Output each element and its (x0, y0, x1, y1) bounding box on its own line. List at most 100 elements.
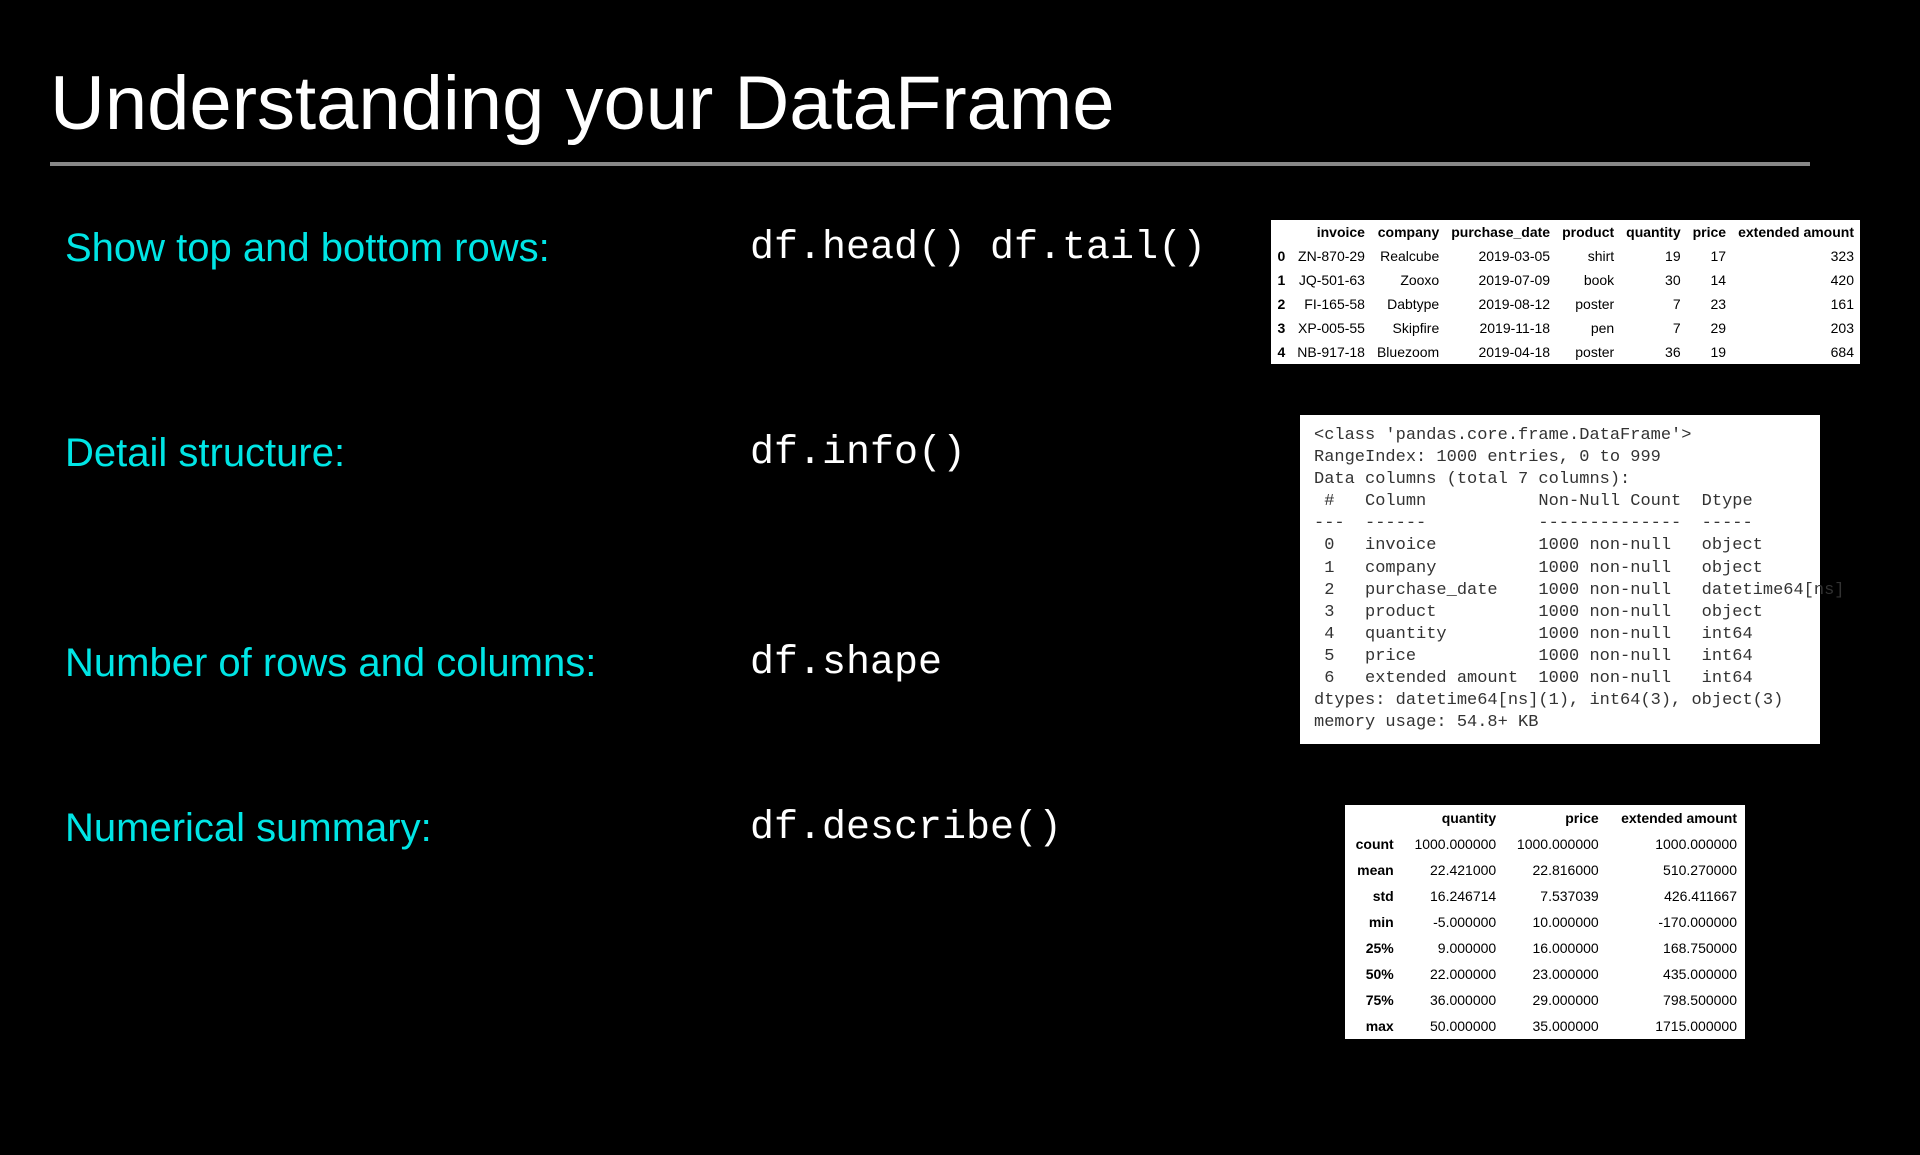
table-cell: 10.000000 (1504, 909, 1606, 935)
table-cell: ZN-870-29 (1291, 244, 1371, 268)
describe-header-cell: quantity (1402, 805, 1504, 831)
table-cell: 23.000000 (1504, 961, 1606, 987)
table-cell: 14 (1687, 268, 1732, 292)
table-cell: 1000.000000 (1402, 831, 1504, 857)
table-row: 25%9.00000016.000000168.750000 (1345, 935, 1745, 961)
table-cell: 36.000000 (1402, 987, 1504, 1013)
head-header-cell (1271, 220, 1291, 244)
table-cell: FI-165-58 (1291, 292, 1371, 316)
table-cell: 1000.000000 (1504, 831, 1606, 857)
table-cell: 7 (1620, 316, 1686, 340)
table-cell: 29.000000 (1504, 987, 1606, 1013)
table-cell: 19 (1687, 340, 1732, 364)
table-cell: 1 (1271, 268, 1291, 292)
head-output-table: invoicecompanypurchase_dateproductquanti… (1271, 220, 1860, 364)
table-row: min-5.00000010.000000-170.000000 (1345, 909, 1745, 935)
table-cell: min (1345, 909, 1402, 935)
table-cell: 168.750000 (1607, 935, 1745, 961)
table-cell: Bluezoom (1371, 340, 1445, 364)
table-cell: shirt (1556, 244, 1620, 268)
table-cell: 23 (1687, 292, 1732, 316)
table-cell: poster (1556, 340, 1620, 364)
info-output: <class 'pandas.core.frame.DataFrame'> Ra… (1300, 415, 1820, 744)
table-cell: 50% (1345, 961, 1402, 987)
label-head-tail: Show top and bottom rows: (50, 226, 750, 271)
table-cell: 9.000000 (1402, 935, 1504, 961)
head-header-cell: price (1687, 220, 1732, 244)
table-cell: 25% (1345, 935, 1402, 961)
table-cell: 17 (1687, 244, 1732, 268)
describe-output-table: quantitypriceextended amount count1000.0… (1345, 805, 1745, 1039)
table-cell: Realcube (1371, 244, 1445, 268)
table-cell: 2019-04-18 (1445, 340, 1556, 364)
table-cell: 16.246714 (1402, 883, 1504, 909)
table-cell: 426.411667 (1607, 883, 1745, 909)
table-row: 75%36.00000029.000000798.500000 (1345, 987, 1745, 1013)
table-cell: 420 (1732, 268, 1860, 292)
table-cell: 22.816000 (1504, 857, 1606, 883)
describe-header-cell (1345, 805, 1402, 831)
table-cell: mean (1345, 857, 1402, 883)
table-cell: 36 (1620, 340, 1686, 364)
label-shape: Number of rows and columns: (50, 641, 750, 686)
table-cell: 30 (1620, 268, 1686, 292)
table-row: mean22.42100022.816000510.270000 (1345, 857, 1745, 883)
table-row: 1JQ-501-63Zooxo2019-07-09book3014420 (1271, 268, 1860, 292)
table-cell: 7.537039 (1504, 883, 1606, 909)
table-cell: 4 (1271, 340, 1291, 364)
title-underline (50, 162, 1810, 166)
table-row: 3XP-005-55Skipfire2019-11-18pen729203 (1271, 316, 1860, 340)
head-header-cell: product (1556, 220, 1620, 244)
table-cell: 2019-07-09 (1445, 268, 1556, 292)
table-cell: Skipfire (1371, 316, 1445, 340)
head-header-cell: invoice (1291, 220, 1371, 244)
table-cell: 35.000000 (1504, 1013, 1606, 1039)
table-cell: 3 (1271, 316, 1291, 340)
table-cell: 2019-08-12 (1445, 292, 1556, 316)
table-cell: 22.000000 (1402, 961, 1504, 987)
table-cell: 798.500000 (1607, 987, 1745, 1013)
table-cell: 323 (1732, 244, 1860, 268)
table-cell: 16.000000 (1504, 935, 1606, 961)
table-row: 4NB-917-18Bluezoom2019-04-18poster361968… (1271, 340, 1860, 364)
table-cell: XP-005-55 (1291, 316, 1371, 340)
label-describe: Numerical summary: (50, 806, 750, 851)
table-row: count1000.0000001000.0000001000.000000 (1345, 831, 1745, 857)
describe-header-cell: extended amount (1607, 805, 1745, 831)
table-cell: Zooxo (1371, 268, 1445, 292)
table-cell: 510.270000 (1607, 857, 1745, 883)
table-cell: 684 (1732, 340, 1860, 364)
table-cell: Dabtype (1371, 292, 1445, 316)
table-cell: -5.000000 (1402, 909, 1504, 935)
table-row: max50.00000035.0000001715.000000 (1345, 1013, 1745, 1039)
code-head-tail: df.head() df.tail() (750, 226, 1206, 271)
table-cell: 7 (1620, 292, 1686, 316)
table-cell: 19 (1620, 244, 1686, 268)
table-cell: NB-917-18 (1291, 340, 1371, 364)
head-header-cell: extended amount (1732, 220, 1860, 244)
table-cell: 1000.000000 (1607, 831, 1745, 857)
table-row: 2FI-165-58Dabtype2019-08-12poster723161 (1271, 292, 1860, 316)
table-cell: count (1345, 831, 1402, 857)
table-cell: -170.000000 (1607, 909, 1745, 935)
head-header-cell: company (1371, 220, 1445, 244)
table-cell: 75% (1345, 987, 1402, 1013)
table-cell: 50.000000 (1402, 1013, 1504, 1039)
head-header-cell: quantity (1620, 220, 1686, 244)
table-cell: 203 (1732, 316, 1860, 340)
table-cell: pen (1556, 316, 1620, 340)
table-cell: JQ-501-63 (1291, 268, 1371, 292)
table-cell: 2 (1271, 292, 1291, 316)
table-cell: book (1556, 268, 1620, 292)
describe-header-cell: price (1504, 805, 1606, 831)
table-cell: 2019-03-05 (1445, 244, 1556, 268)
code-info: df.info() (750, 431, 966, 476)
label-info: Detail structure: (50, 431, 750, 476)
table-row: 0ZN-870-29Realcube2019-03-05shirt1917323 (1271, 244, 1860, 268)
code-shape: df.shape (750, 641, 942, 686)
table-cell: poster (1556, 292, 1620, 316)
table-row: 50%22.00000023.000000435.000000 (1345, 961, 1745, 987)
table-cell: 29 (1687, 316, 1732, 340)
table-cell: 2019-11-18 (1445, 316, 1556, 340)
head-header-cell: purchase_date (1445, 220, 1556, 244)
